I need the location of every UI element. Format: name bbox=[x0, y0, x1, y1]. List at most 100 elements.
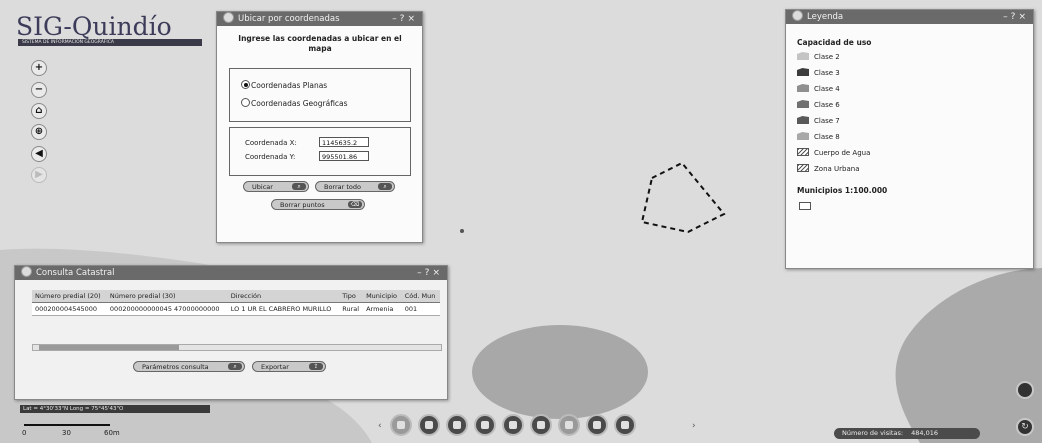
table-cell: LO 1 UR EL CABRERO MURILLO bbox=[227, 302, 340, 316]
column-header[interactable]: Número predial (30) bbox=[106, 290, 228, 303]
coordinate-readout: Lat = 4°30'33"N Long = 75°45'43"O bbox=[20, 405, 210, 413]
ubicar-button[interactable]: Ubicar ⌕ bbox=[243, 181, 309, 192]
tool-search-icon[interactable] bbox=[418, 414, 440, 436]
logo-subtitle: SISTEMA DE INFORMACIÓN GEOGRÁFICA bbox=[18, 39, 202, 46]
coordinate-type-group bbox=[229, 68, 411, 122]
map-region-blob bbox=[472, 325, 648, 419]
table-cell: 001 bbox=[401, 302, 440, 316]
tool-measure-icon[interactable] bbox=[474, 414, 496, 436]
exportar-button[interactable]: Exportar ⇪ bbox=[252, 361, 326, 372]
table-cell: Rural bbox=[339, 302, 364, 316]
scale-label-60: 60m bbox=[104, 429, 120, 437]
coord-x-label: Coordenada X: bbox=[245, 139, 297, 147]
legend-item-label: Clase 6 bbox=[814, 101, 840, 109]
tool-print-icon[interactable] bbox=[446, 414, 468, 436]
tool-help-icon[interactable] bbox=[614, 414, 636, 436]
erase-icon: ⌫ bbox=[348, 201, 362, 208]
legend-swatch bbox=[797, 84, 809, 92]
parametros-consulta-button[interactable]: Parámetros consulta ⌕ bbox=[133, 361, 245, 372]
borrar-puntos-label: Borrar puntos bbox=[280, 201, 325, 209]
ubicar-button-label: Ubicar bbox=[252, 183, 273, 191]
tool-locate-icon[interactable] bbox=[558, 414, 580, 436]
borrar-puntos-button[interactable]: Borrar puntos ⌫ bbox=[271, 199, 365, 210]
toolbar-prev-icon[interactable]: ‹ bbox=[378, 421, 382, 431]
ubicar-title: Ubicar por coordenadas bbox=[238, 14, 340, 24]
column-header[interactable]: Cód. Mun bbox=[401, 290, 440, 303]
forward-button[interactable]: ▶ bbox=[31, 167, 47, 183]
tool-select-icon[interactable] bbox=[390, 414, 412, 436]
legend-item-label: Cuerpo de Agua bbox=[814, 149, 871, 157]
visits-label: Número de visitas: bbox=[842, 429, 904, 437]
parametros-consulta-label: Parámetros consulta bbox=[142, 363, 209, 371]
home-button[interactable]: ⌂ bbox=[31, 103, 47, 119]
legend-item-label: Clase 8 bbox=[814, 133, 840, 141]
legend-item: Clase 2 bbox=[797, 52, 840, 63]
full-extent-button[interactable]: ⊕ bbox=[31, 124, 47, 140]
column-header[interactable]: Municipio bbox=[363, 290, 402, 303]
search-icon: ⌕ bbox=[378, 183, 392, 190]
share-icon[interactable]: ↻ bbox=[1016, 418, 1034, 436]
zoom-out-button[interactable]: − bbox=[31, 82, 47, 98]
locate-icon bbox=[223, 12, 234, 23]
scale-line bbox=[24, 424, 110, 426]
ubicar-titlebar[interactable]: Ubicar por coordenadas –?× bbox=[217, 12, 422, 26]
table-cell: 000200000000045 47000000000 bbox=[106, 302, 228, 316]
table-header: Número predial (20) Número predial (30) Di… bbox=[32, 290, 440, 303]
scrollbar-thumb[interactable] bbox=[39, 345, 179, 350]
legend-swatch bbox=[797, 68, 809, 76]
table-scrollbar[interactable] bbox=[32, 344, 442, 351]
scale-label-30: 30 bbox=[62, 429, 71, 437]
ubicar-heading: Ingrese las coordenadas a ubicar en el m… bbox=[238, 34, 402, 53]
legend-item: Zona Urbana bbox=[797, 164, 860, 175]
legend-item-label: Zona Urbana bbox=[814, 165, 860, 173]
column-header[interactable]: Dirección bbox=[227, 290, 340, 303]
borrar-todo-button[interactable]: Borrar todo ⌕ bbox=[315, 181, 395, 192]
catastral-table: Número predial (20) Número predial (30) Di… bbox=[32, 290, 440, 316]
toolbar-next-icon[interactable]: › bbox=[692, 421, 696, 431]
window-controls[interactable]: –?× bbox=[392, 12, 418, 26]
back-button[interactable]: ◀ bbox=[31, 146, 47, 162]
coord-x-input[interactable]: 1145635.2 bbox=[319, 137, 369, 147]
window-controls[interactable]: –?× bbox=[417, 266, 443, 280]
coord-y-input[interactable]: 995501.86 bbox=[319, 151, 369, 161]
legend-swatch bbox=[797, 148, 809, 156]
leyenda-title: Leyenda bbox=[807, 12, 844, 22]
legend-swatch bbox=[797, 100, 809, 108]
radio-coordenadas-geograficas[interactable]: Coordenadas Geográficas bbox=[241, 98, 348, 108]
legend-item-label: Clase 2 bbox=[814, 53, 840, 61]
leyenda-titlebar[interactable]: Leyenda –?× bbox=[786, 10, 1033, 24]
visits-value: 484,016 bbox=[911, 429, 938, 437]
legend-item: Clase 4 bbox=[797, 84, 840, 95]
tool-identify-icon[interactable] bbox=[530, 414, 552, 436]
legend-swatch bbox=[797, 132, 809, 140]
radio-selected[interactable] bbox=[241, 80, 250, 89]
window-controls[interactable]: –?× bbox=[1003, 10, 1029, 24]
catastral-titlebar[interactable]: Consulta Catastral –?× bbox=[15, 266, 447, 280]
radio-unselected[interactable] bbox=[241, 98, 250, 107]
search-icon: ⌕ bbox=[292, 183, 306, 190]
municipio-swatch bbox=[799, 202, 811, 210]
zoom-in-button[interactable]: + bbox=[31, 60, 47, 76]
coord-y-label: Coordenada Y: bbox=[245, 153, 296, 161]
tool-layers-icon[interactable] bbox=[502, 414, 524, 436]
logo-title: SIG-Quindío bbox=[16, 12, 172, 41]
legend-item: Clase 6 bbox=[797, 100, 840, 111]
table-row[interactable]: 000200004545000 000200000000045 470000000… bbox=[32, 302, 440, 316]
app-logo: SIG-Quindío SISTEMA DE INFORMACIÓN GEOGR… bbox=[16, 14, 212, 46]
map-toolbar: ‹ › bbox=[372, 412, 702, 440]
search-icon: ⌕ bbox=[228, 363, 242, 370]
catastral-title: Consulta Catastral bbox=[36, 268, 115, 278]
consulta-catastral-panel: Consulta Catastral –?× bbox=[14, 265, 448, 400]
column-header[interactable]: Tipo bbox=[339, 290, 364, 303]
tool-query-icon[interactable] bbox=[586, 414, 608, 436]
legend-swatch bbox=[797, 164, 809, 172]
scale-bar: 0 30 60m bbox=[22, 418, 134, 440]
column-header[interactable]: Número predial (20) bbox=[32, 290, 107, 303]
radio-coordenadas-planas[interactable]: Coordenadas Planas bbox=[241, 80, 327, 90]
overview-map-icon[interactable] bbox=[1016, 381, 1034, 399]
leyenda-panel: Leyenda –?× Capacidad de uso Clase 2 Clas… bbox=[785, 9, 1034, 269]
legend-icon bbox=[792, 10, 803, 21]
legend-item-label: Clase 3 bbox=[814, 69, 840, 77]
radio-geograficas-label: Coordenadas Geográficas bbox=[251, 99, 348, 108]
legend-item: Clase 7 bbox=[797, 116, 840, 127]
